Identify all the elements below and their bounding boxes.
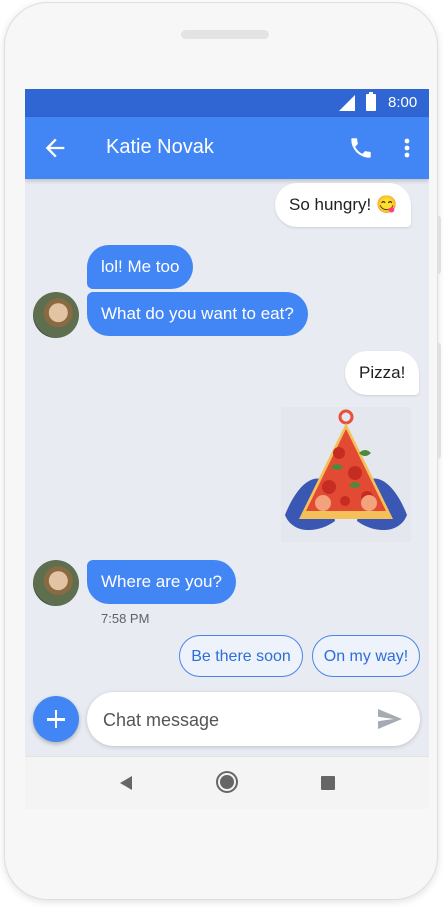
nav-back-icon[interactable] (120, 776, 132, 790)
pizza-slice-sticker[interactable] (271, 407, 421, 545)
speaker-grille (181, 30, 269, 39)
volume-button (437, 343, 441, 459)
nav-home-icon[interactable] (218, 773, 236, 791)
smart-reply-chip[interactable]: On my way! (312, 635, 420, 677)
battery-icon (366, 92, 376, 111)
app-bar: Katie Novak (25, 117, 429, 179)
system-nav-bar (25, 756, 429, 809)
arrow-left-icon[interactable] (41, 134, 69, 162)
power-button (437, 216, 441, 274)
message-bubble-incoming[interactable]: Where are you? (87, 560, 236, 604)
status-time: 8:00 (388, 94, 418, 111)
contact-name[interactable]: Katie Novak (106, 136, 214, 159)
phone-icon[interactable] (348, 135, 374, 161)
add-attachment-button[interactable] (33, 696, 79, 742)
compose-bar (87, 692, 420, 746)
status-bar: 8:00 (25, 89, 429, 117)
smart-reply-chip[interactable]: Be there soon (179, 635, 303, 677)
message-timestamp: 7:58 PM (101, 611, 150, 626)
contact-avatar[interactable] (33, 292, 79, 338)
phone-frame: 8:00 Katie Novak So hungry! 😋 lol! Me to… (4, 2, 441, 900)
message-bubble-outgoing[interactable]: Pizza! (345, 351, 420, 395)
send-icon[interactable] (377, 708, 403, 730)
contact-avatar[interactable] (33, 560, 79, 606)
message-bubble-incoming[interactable]: What do you want to eat? (87, 292, 308, 336)
signal-icon (339, 95, 355, 111)
nav-recents-icon[interactable] (321, 776, 335, 790)
more-vert-icon[interactable] (397, 134, 417, 162)
chat-message-input[interactable] (101, 704, 365, 736)
screen: 8:00 Katie Novak So hungry! 😋 lol! Me to… (25, 89, 429, 809)
message-bubble-outgoing[interactable]: So hungry! 😋 (275, 183, 412, 227)
message-bubble-incoming[interactable]: lol! Me too (87, 245, 194, 289)
